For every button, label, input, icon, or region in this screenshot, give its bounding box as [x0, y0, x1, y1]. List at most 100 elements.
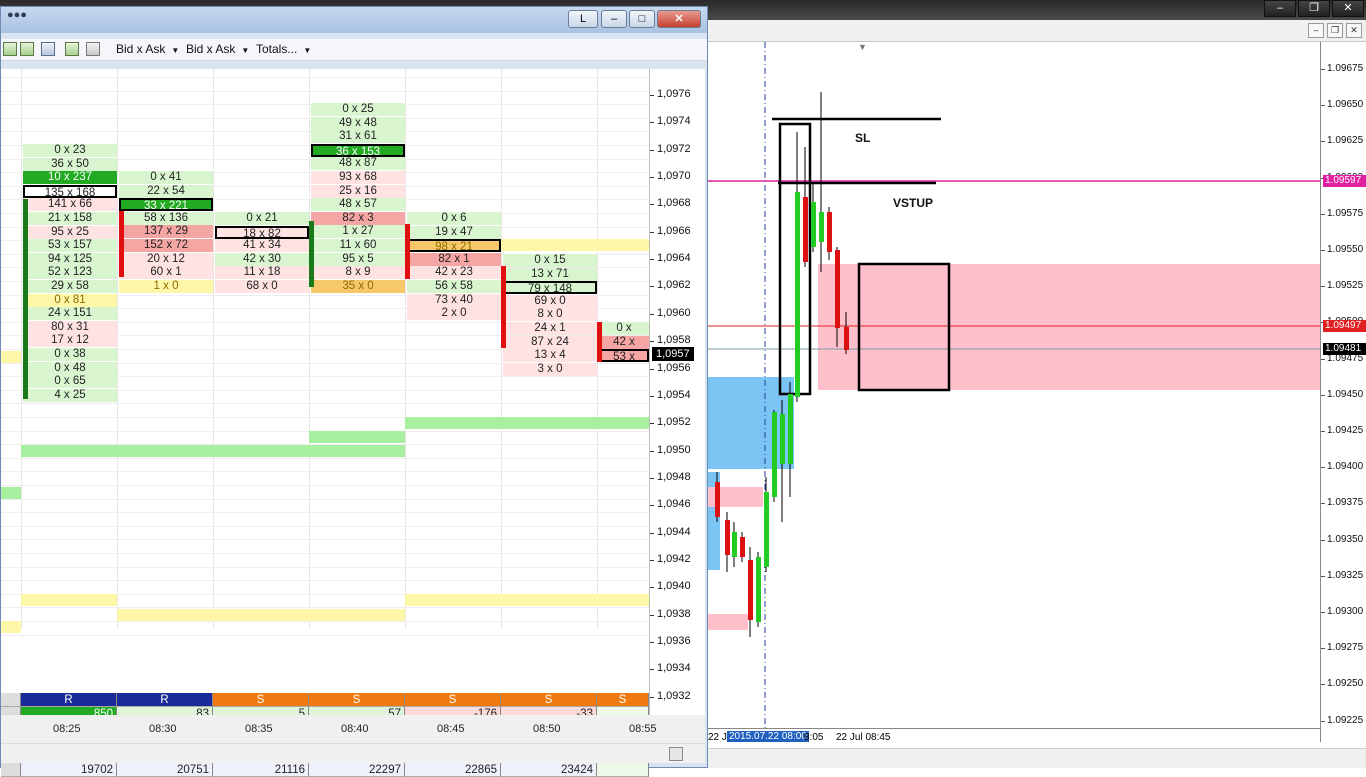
footprint-cell[interactable]: 0 x [599, 322, 649, 335]
footprint-cell[interactable]: 48 x 57 [311, 198, 405, 212]
view-mode-dropdown-2[interactable]: Bid x Ask ▼ [186, 42, 249, 56]
footprint-cell[interactable]: 152 x 72 [119, 239, 213, 252]
footprint-cell[interactable]: 79 x 148 [503, 281, 597, 295]
mt4-price-label: 1.09650 [1327, 99, 1364, 111]
window-titlebar[interactable]: ●●● L – □ ✕ [1, 7, 707, 33]
footprint-chart[interactable]: 0 x 23 36 x 50 10 x 237 135 x 168 141 x 66 21… [1, 69, 649, 777]
footprint-cell[interactable]: 31 x 61 [311, 130, 405, 144]
footprint-cell[interactable]: 49 x 48 [311, 116, 405, 130]
footprint-cell[interactable]: 42 x 30 [215, 252, 309, 266]
footprint-cell[interactable]: 137 x 29 [119, 225, 213, 239]
footprint-cell[interactable]: 1 x 0 [119, 279, 213, 293]
footprint-cell[interactable]: 25 x 16 [311, 184, 405, 198]
footprint-cell[interactable]: 87 x 24 [503, 335, 597, 349]
footprint-cell[interactable]: 58 x 136 [119, 211, 213, 225]
maximize-button[interactable]: □ [629, 10, 655, 28]
footprint-cell[interactable]: 42 x [599, 335, 649, 349]
footprint-cell[interactable]: 0 x 38 [23, 348, 117, 361]
footprint-cell[interactable]: 11 x 60 [311, 239, 405, 252]
footprint-cell[interactable]: 0 x 25 [311, 103, 405, 116]
footprint-cell[interactable]: 19 x 47 [407, 225, 501, 239]
footprint-cell[interactable]: 13 x 4 [503, 349, 597, 363]
footprint-cell[interactable]: 0 x 65 [23, 375, 117, 389]
footprint-cell[interactable]: 29 x 58 [23, 280, 117, 293]
footprint-cell[interactable]: 13 x 71 [503, 267, 597, 281]
chart-restore-icon[interactable]: ❐ [1327, 23, 1343, 38]
footprint-cell[interactable]: 98 x 21 [407, 239, 501, 253]
time-label-selected[interactable]: 2015.07.22 08:00 [727, 731, 809, 742]
footprint-cell[interactable]: 18 x 82 [215, 225, 309, 240]
footprint-cell[interactable]: 95 x 5 [311, 252, 405, 266]
footprint-cell[interactable]: 56 x 58 [407, 280, 501, 293]
footprint-cell[interactable]: 42 x 23 [407, 266, 501, 280]
footprint-cell[interactable]: 141 x 66 [23, 198, 117, 212]
footprint-cell[interactable]: 24 x 151 [23, 307, 117, 321]
footprint-cell[interactable]: 0 x 6 [407, 212, 501, 225]
footprint-cell[interactable]: 0 x 21 [215, 212, 309, 225]
minimize-button[interactable]: – [601, 10, 627, 28]
footprint-cell[interactable]: 82 x 3 [311, 211, 405, 225]
footprint-cell[interactable]: 69 x 0 [503, 294, 597, 308]
scroll-thumb[interactable] [669, 747, 683, 761]
cluster-chart-icon[interactable] [20, 42, 34, 56]
link-letter-button[interactable]: L [568, 10, 598, 28]
footprint-cell[interactable]: 22 x 54 [119, 184, 213, 198]
footprint-cell[interactable]: 0 x 48 [23, 361, 117, 375]
price-tick [650, 313, 654, 315]
footprint-cell[interactable]: 0 x 23 [23, 144, 117, 157]
footprint-cell[interactable]: 24 x 1 [503, 322, 597, 335]
footprint-cell[interactable]: 20 x 12 [119, 252, 213, 266]
restore-icon[interactable]: ❐ [1298, 0, 1330, 17]
minimize-icon[interactable]: – [1264, 0, 1296, 17]
delta-bar [405, 224, 410, 279]
footprint-cell[interactable]: 21 x 158 [23, 212, 117, 225]
footprint-cell[interactable]: 41 x 34 [215, 239, 309, 253]
footprint-cell[interactable]: 53 x 157 [23, 239, 117, 253]
footprint-cell[interactable]: 2 x 0 [407, 307, 501, 321]
footprint-price-axis: 1,0976 1,0974 1,0972 1,0970 1,0968 1,0966 1,09… [649, 69, 705, 715]
footprint-cell[interactable]: 10 x 237 [23, 171, 117, 185]
line-chart-icon[interactable] [41, 42, 55, 56]
view-mode-dropdown-1[interactable]: Bid x Ask ▼ [116, 42, 179, 56]
footprint-cell[interactable]: 35 x 0 [311, 279, 405, 293]
close-button[interactable]: ✕ [657, 10, 701, 28]
footprint-cell[interactable]: 0 x 81 [23, 293, 117, 307]
footprint-cell[interactable]: 52 x 123 [23, 266, 117, 280]
chart-close-icon[interactable]: ✕ [1346, 23, 1362, 38]
footprint-cell[interactable]: 4 x 25 [23, 388, 117, 402]
footprint-cell[interactable]: 0 x 41 [119, 171, 213, 184]
dollar-icon[interactable] [65, 42, 79, 56]
footprint-cell[interactable]: 8 x 0 [503, 308, 597, 322]
mt4-price-chart[interactable]: SL VSTUP ▼ [708, 42, 1320, 742]
bar-chart-icon[interactable] [3, 42, 17, 56]
footprint-cell[interactable]: 60 x 1 [119, 266, 213, 280]
footprint-cell[interactable]: 3 x 0 [503, 362, 597, 376]
footprint-cell[interactable]: 135 x 168 [23, 184, 117, 199]
footprint-cell[interactable]: 1 x 27 [311, 225, 405, 239]
chart-minimize-icon[interactable]: – [1308, 23, 1324, 38]
footprint-cell[interactable]: 11 x 18 [215, 266, 309, 280]
footprint-cell[interactable]: 8 x 9 [311, 266, 405, 280]
mt4-price-label: 1.09550 [1327, 244, 1364, 255]
stats-total-row: 19702 20751 21116 22297 22865 23424 [1, 763, 649, 777]
settings-doc-icon[interactable] [86, 42, 100, 56]
footprint-cell[interactable]: 36 x 153 [311, 143, 405, 158]
footprint-cell[interactable]: 0 x 15 [503, 254, 597, 267]
footprint-cell[interactable]: 33 x 221 [119, 198, 213, 212]
footprint-cell[interactable]: 95 x 25 [23, 225, 117, 239]
footprint-cell[interactable]: 36 x 50 [23, 157, 117, 171]
footprint-cell[interactable]: 80 x 31 [23, 320, 117, 334]
totals-dropdown[interactable]: Totals... ▼ [256, 42, 311, 56]
footprint-cell[interactable]: 68 x 0 [215, 280, 309, 293]
footprint-cell[interactable]: 94 x 125 [23, 252, 117, 266]
footprint-cell[interactable]: 53 x [599, 349, 649, 363]
footprint-cell[interactable]: 17 x 12 [23, 334, 117, 348]
footprint-cell[interactable]: 82 x 1 [407, 252, 501, 266]
footprint-cell[interactable]: 93 x 68 [311, 171, 405, 184]
footprint-cell[interactable]: 48 x 87 [311, 157, 405, 171]
shift-marker-icon[interactable]: ▼ [858, 42, 867, 52]
close-icon[interactable]: ✕ [1332, 0, 1364, 17]
grid-hline [1, 403, 649, 405]
horizontal-scrollbar[interactable] [1, 743, 705, 763]
footprint-cell[interactable]: 73 x 40 [407, 293, 501, 307]
